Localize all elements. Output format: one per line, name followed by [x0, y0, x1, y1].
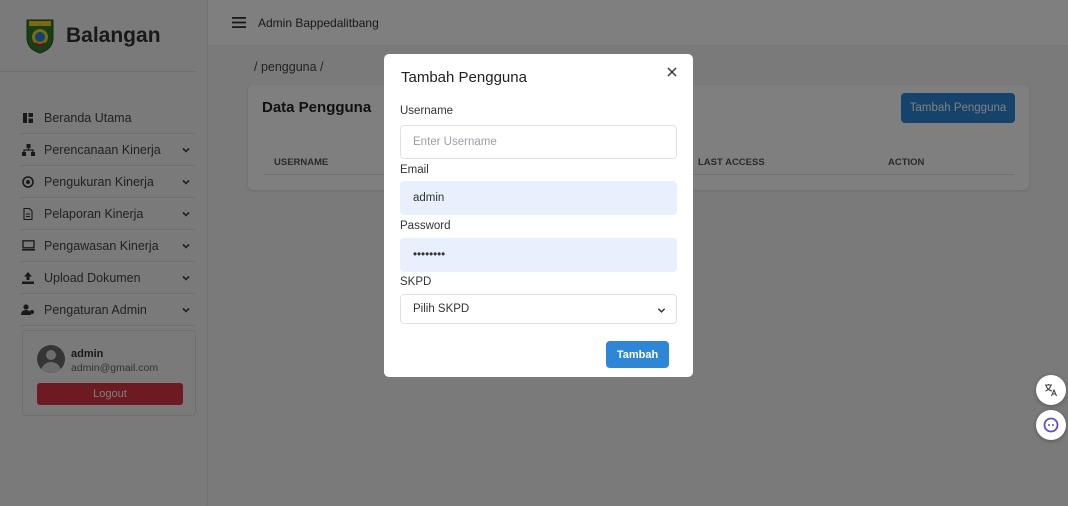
skpd-selected-value: Pilih SKPD	[413, 303, 470, 315]
email-label: Email	[400, 164, 429, 176]
username-label: Username	[400, 105, 454, 117]
translate-icon	[1045, 384, 1058, 397]
skpd-label: SKPD	[400, 276, 432, 288]
username-input[interactable]	[400, 125, 677, 159]
assistant-button[interactable]	[1036, 410, 1066, 440]
assistant-icon	[1043, 417, 1059, 433]
add-user-modal: Tambah Pengguna Username Email Password …	[384, 54, 693, 377]
translate-button[interactable]	[1036, 375, 1066, 405]
email-input[interactable]	[400, 181, 677, 215]
close-icon[interactable]	[665, 65, 679, 79]
password-label: Password	[400, 220, 451, 232]
modal-title: Tambah Pengguna	[401, 69, 527, 86]
chevron-down-icon	[657, 308, 666, 313]
skpd-select[interactable]: Pilih SKPD	[400, 294, 677, 324]
password-input[interactable]	[400, 238, 677, 272]
submit-button[interactable]: Tambah	[606, 341, 669, 368]
